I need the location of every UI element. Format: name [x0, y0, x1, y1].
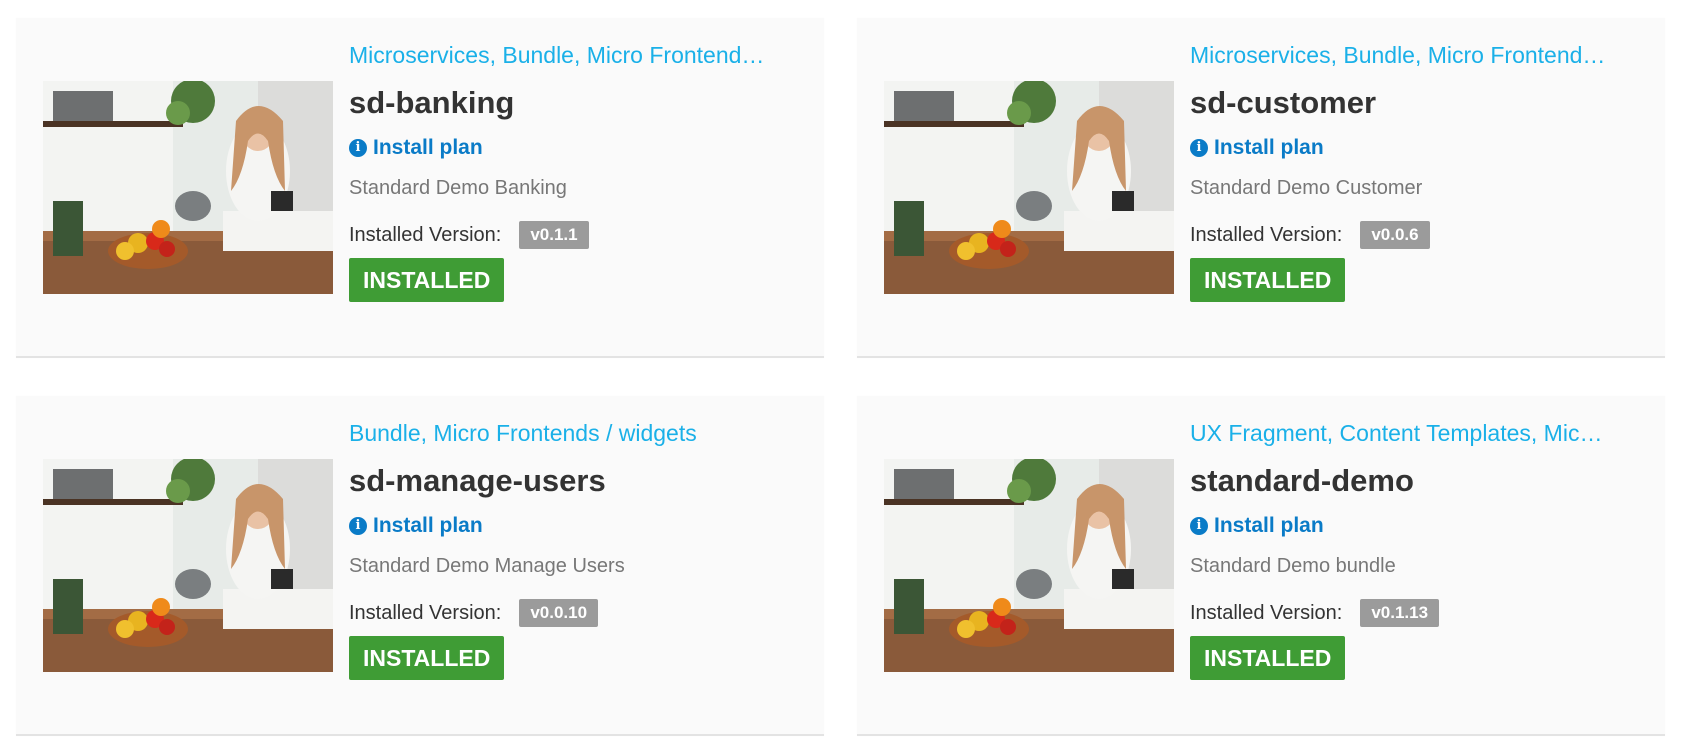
installed-button[interactable]: INSTALLED [1190, 258, 1346, 302]
installed-version-row: Installed Version: v0.0.10 [349, 598, 799, 628]
bundle-thumbnail[interactable] [43, 459, 333, 672]
bundle-description: Standard Demo Banking [349, 177, 567, 199]
installed-version-row: Installed Version: v0.1.13 [1190, 598, 1640, 628]
installed-version-row: Installed Version: v0.0.6 [1190, 220, 1640, 250]
bundle-categories-link[interactable]: UX Fragment, Content Templates, Mic… [1190, 418, 1640, 448]
install-plan-label: Install plan [1214, 514, 1324, 537]
bundle-info: UX Fragment, Content Templates, Mic… sta… [1190, 418, 1640, 680]
install-plan-label: Install plan [373, 136, 483, 159]
installed-version-row: Installed Version: v0.1.1 [349, 220, 799, 250]
version-badge: v0.0.6 [1360, 221, 1430, 249]
kitchen-photo-image [43, 81, 333, 294]
install-plan-link[interactable]: i Install plan [1190, 134, 1324, 162]
installed-button[interactable]: INSTALLED [349, 636, 505, 680]
bundle-card: Microservices, Bundle, Micro Frontend… s… [16, 18, 824, 358]
install-plan-label: Install plan [373, 514, 483, 537]
bundle-info: Microservices, Bundle, Micro Frontend… s… [349, 40, 799, 302]
info-circle-icon: i [1190, 517, 1208, 535]
bundle-grid: Microservices, Bundle, Micro Frontend… s… [0, 0, 1686, 754]
installed-version-label: Installed Version: [1190, 224, 1343, 246]
bundle-description: Standard Demo Customer [1190, 177, 1423, 199]
install-plan-link[interactable]: i Install plan [349, 134, 483, 162]
bundle-description: Standard Demo bundle [1190, 555, 1396, 577]
installed-version-label: Installed Version: [349, 224, 502, 246]
bundle-info: Bundle, Micro Frontends / widgets sd-man… [349, 418, 799, 680]
bundle-thumbnail[interactable] [884, 459, 1174, 672]
kitchen-photo-image [43, 459, 333, 672]
bundle-title: standard-demo [1190, 463, 1414, 498]
installed-version-label: Installed Version: [1190, 602, 1343, 624]
info-circle-icon: i [1190, 139, 1208, 157]
bundle-thumbnail[interactable] [884, 81, 1174, 294]
kitchen-photo-image [884, 81, 1174, 294]
bundle-info: Microservices, Bundle, Micro Frontend… s… [1190, 40, 1640, 302]
info-circle-icon: i [349, 517, 367, 535]
info-circle-icon: i [349, 139, 367, 157]
install-plan-label: Install plan [1214, 136, 1324, 159]
install-plan-link[interactable]: i Install plan [1190, 512, 1324, 540]
bundle-card: UX Fragment, Content Templates, Mic… sta… [857, 396, 1665, 736]
install-plan-link[interactable]: i Install plan [349, 512, 483, 540]
installed-button[interactable]: INSTALLED [1190, 636, 1346, 680]
bundle-thumbnail[interactable] [43, 81, 333, 294]
version-badge: v0.0.10 [519, 599, 599, 627]
bundle-card: Microservices, Bundle, Micro Frontend… s… [857, 18, 1665, 358]
bundle-categories-link[interactable]: Microservices, Bundle, Micro Frontend… [349, 40, 799, 70]
bundle-card: Bundle, Micro Frontends / widgets sd-man… [16, 396, 824, 736]
version-badge: v0.1.13 [1360, 599, 1440, 627]
version-badge: v0.1.1 [519, 221, 589, 249]
bundle-title: sd-customer [1190, 85, 1377, 120]
bundle-categories-link[interactable]: Bundle, Micro Frontends / widgets [349, 418, 799, 448]
bundle-title: sd-banking [349, 85, 515, 120]
installed-button[interactable]: INSTALLED [349, 258, 505, 302]
kitchen-photo-image [884, 459, 1174, 672]
bundle-description: Standard Demo Manage Users [349, 555, 625, 577]
bundle-title: sd-manage-users [349, 463, 606, 498]
bundle-categories-link[interactable]: Microservices, Bundle, Micro Frontend… [1190, 40, 1640, 70]
installed-version-label: Installed Version: [349, 602, 502, 624]
